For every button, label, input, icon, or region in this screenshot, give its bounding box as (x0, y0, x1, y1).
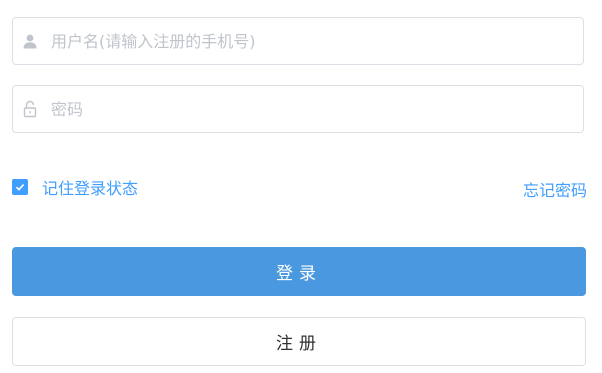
unlock-icon (21, 100, 39, 118)
username-input[interactable] (51, 18, 571, 64)
username-field[interactable] (12, 17, 584, 65)
user-icon (21, 32, 39, 50)
remember-me-label[interactable]: 记住登录状态 (42, 175, 138, 199)
forgot-password-link[interactable]: 忘记密码 (523, 177, 587, 201)
password-input[interactable] (51, 86, 571, 132)
login-form: 记住登录状态 忘记密码 登录 注册 (0, 0, 602, 373)
remember-me-checkbox[interactable]: 记住登录状态 (12, 175, 138, 199)
password-field[interactable] (12, 85, 584, 133)
checkbox-checked-icon[interactable] (12, 179, 28, 195)
register-button[interactable]: 注册 (12, 317, 586, 366)
login-button[interactable]: 登录 (12, 247, 586, 296)
